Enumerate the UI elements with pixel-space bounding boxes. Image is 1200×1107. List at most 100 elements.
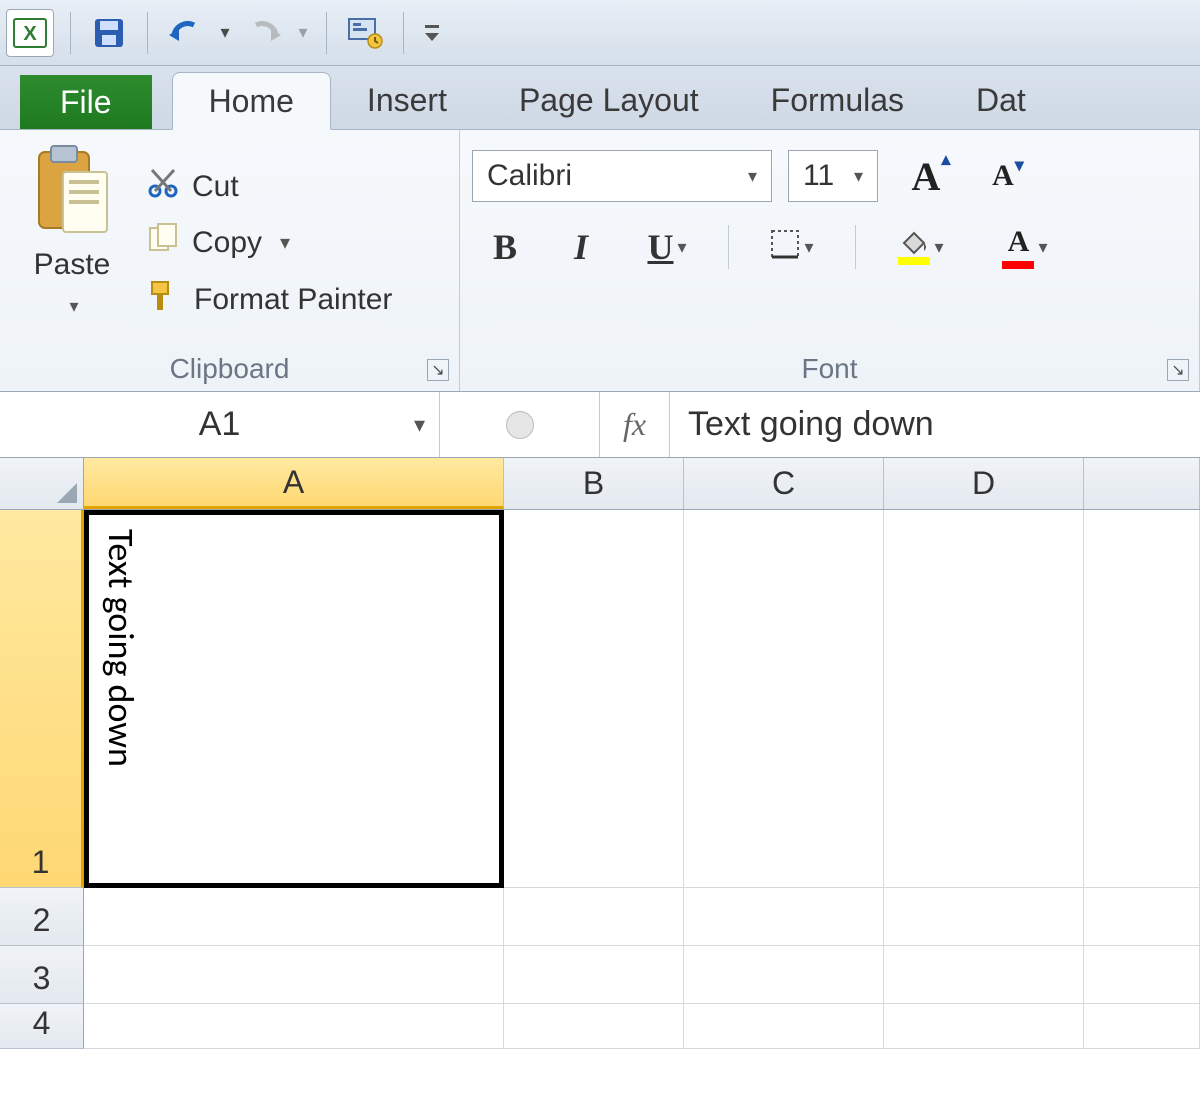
font-color-dropdown-icon[interactable]: ▾ — [1038, 237, 1047, 258]
format-painter-label: Format Painter — [194, 283, 392, 317]
group-clipboard-label: Clipboard — [170, 353, 290, 385]
group-clipboard: Paste ▾ Cut — [0, 130, 460, 391]
cell-c2[interactable] — [684, 888, 884, 946]
paste-icon — [29, 144, 115, 244]
clipboard-dialog-launcher[interactable]: ↘ — [427, 359, 449, 381]
fx-icon[interactable]: fx — [600, 392, 670, 457]
tab-data[interactable]: Dat — [940, 71, 1062, 129]
cell-e1[interactable] — [1084, 510, 1200, 888]
underline-dropdown-icon[interactable]: ▾ — [677, 237, 686, 258]
tab-file[interactable]: File — [20, 75, 152, 129]
underline-icon: U — [647, 226, 673, 268]
cell-a4[interactable] — [84, 1004, 504, 1049]
column-header-b[interactable]: B — [504, 458, 684, 509]
ribbon-tabs: File Home Insert Page Layout Formulas Da… — [0, 66, 1200, 130]
cell-b3[interactable] — [504, 946, 684, 1004]
qat-separator — [147, 12, 148, 54]
italic-button[interactable]: I — [556, 222, 606, 272]
qat-separator — [326, 12, 327, 54]
cell-d2[interactable] — [884, 888, 1084, 946]
paintbrush-icon — [146, 278, 182, 322]
decrease-font-size-button[interactable]: A▾ — [974, 151, 1032, 201]
row-header-2[interactable]: 2 — [0, 888, 84, 946]
fill-color-button[interactable]: ▾ — [882, 222, 960, 272]
cell-c4[interactable] — [684, 1004, 884, 1049]
fill-color-dropdown-icon[interactable]: ▾ — [934, 237, 943, 258]
cell-b1[interactable] — [504, 510, 684, 888]
column-header-a[interactable]: A — [84, 458, 504, 509]
qat-customize-dropdown[interactable] — [420, 23, 444, 43]
cell-c1[interactable] — [684, 510, 884, 888]
paste-dropdown-icon[interactable]: ▾ — [69, 296, 78, 316]
active-cell-a1[interactable]: Text going down — [84, 510, 504, 888]
group-font-label: Font — [801, 353, 857, 385]
cell-c3[interactable] — [684, 946, 884, 1004]
cell-a2[interactable] — [84, 888, 504, 946]
column-header-c[interactable]: C — [684, 458, 884, 509]
borders-icon — [770, 229, 800, 266]
bold-button[interactable]: B — [480, 222, 530, 272]
copy-label: Copy — [192, 226, 262, 260]
cell-d3[interactable] — [884, 946, 1084, 1004]
copy-button[interactable]: Copy ▾ — [146, 222, 392, 264]
excel-logo-icon[interactable]: X — [6, 9, 54, 57]
undo-button[interactable] — [164, 11, 208, 55]
format-painter-button[interactable]: Format Painter — [146, 278, 392, 322]
divider — [728, 225, 729, 269]
cell-b4[interactable] — [504, 1004, 684, 1049]
cell-e4[interactable] — [1084, 1004, 1200, 1049]
cell-b2[interactable] — [504, 888, 684, 946]
qat-separator — [70, 12, 71, 54]
column-header-e[interactable] — [1084, 458, 1200, 509]
formula-input[interactable]: Text going down — [670, 392, 1200, 457]
row-header-4[interactable]: 4 — [0, 1004, 84, 1049]
chevron-down-icon: ▾ — [748, 166, 757, 187]
row-header-1[interactable]: 1 — [0, 510, 84, 888]
font-name-value: Calibri — [487, 159, 572, 193]
select-all-corner[interactable] — [0, 458, 84, 509]
redo-button — [242, 11, 286, 55]
cell-a3[interactable] — [84, 946, 504, 1004]
name-box-value: A1 — [199, 405, 241, 444]
cells-area[interactable]: Text going down — [84, 510, 1200, 1049]
cell-d4[interactable] — [884, 1004, 1084, 1049]
cell-e2[interactable] — [1084, 888, 1200, 946]
tab-insert[interactable]: Insert — [331, 71, 483, 129]
cut-label: Cut — [192, 170, 239, 204]
tab-home[interactable]: Home — [172, 72, 331, 130]
save-button[interactable] — [87, 11, 131, 55]
font-color-button[interactable]: A ▾ — [986, 222, 1064, 272]
formula-bar: A1 ▾ fx Text going down — [0, 392, 1200, 458]
bold-icon: B — [493, 226, 517, 268]
chevron-down-icon[interactable]: ▾ — [414, 412, 425, 438]
row-headers: 1 2 3 4 — [0, 510, 84, 1049]
cell-e3[interactable] — [1084, 946, 1200, 1004]
copy-dropdown-icon[interactable]: ▾ — [280, 230, 290, 255]
font-size-combo[interactable]: 11 ▾ — [788, 150, 878, 202]
row-header-3[interactable]: 3 — [0, 946, 84, 1004]
cancel-formula-button — [506, 411, 534, 439]
undo-dropdown[interactable]: ▾ — [218, 22, 232, 43]
paste-label: Paste — [34, 248, 111, 281]
decrease-font-icon: A▾ — [992, 159, 1014, 193]
tab-page-layout[interactable]: Page Layout — [483, 71, 735, 129]
tab-formulas[interactable]: Formulas — [735, 71, 940, 129]
paste-button[interactable]: Paste ▾ — [12, 138, 132, 349]
formula-bar-buttons — [440, 392, 600, 457]
font-name-combo[interactable]: Calibri ▾ — [472, 150, 772, 202]
copy-icon — [146, 222, 180, 264]
underline-button[interactable]: U ▾ — [632, 222, 702, 272]
font-size-value: 11 — [803, 159, 834, 193]
print-preview-button[interactable] — [343, 11, 387, 55]
increase-font-size-button[interactable]: A▴ — [894, 151, 958, 201]
borders-button[interactable]: ▾ — [755, 222, 829, 272]
worksheet-grid: A B C D 1 2 3 4 — [0, 458, 1200, 1049]
borders-dropdown-icon[interactable]: ▾ — [804, 237, 813, 258]
column-header-d[interactable]: D — [884, 458, 1084, 509]
scissors-icon — [146, 166, 180, 208]
font-dialog-launcher[interactable]: ↘ — [1167, 359, 1189, 381]
cut-button[interactable]: Cut — [146, 166, 392, 208]
name-box[interactable]: A1 ▾ — [0, 392, 440, 457]
chevron-down-icon: ▾ — [854, 166, 863, 187]
cell-d1[interactable] — [884, 510, 1084, 888]
